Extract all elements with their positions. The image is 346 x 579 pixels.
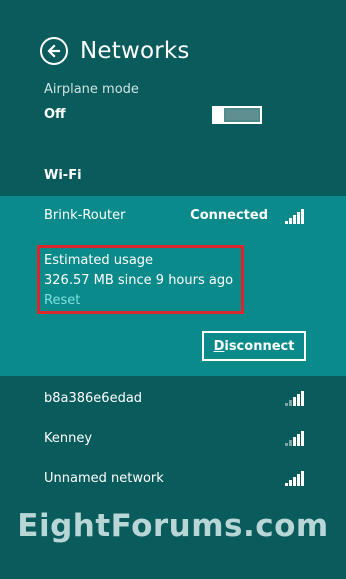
usage-value: 326.57 MB since 9 hours ago [44,273,234,288]
network-list-item[interactable]: Kenney [0,421,346,457]
watermark: EightForums.com [17,508,329,544]
network-name: Brink-Router [44,208,126,223]
airplane-mode-toggle[interactable] [212,106,262,124]
wifi-signal-icon [285,209,304,224]
toggle-track [226,110,258,120]
reset-link[interactable]: Reset [44,293,80,308]
airplane-mode-label: Airplane mode [44,82,139,97]
toggle-thumb[interactable] [212,106,224,124]
page-title: Networks [80,38,190,64]
back-arrow-icon[interactable] [40,37,68,65]
network-list-item[interactable]: Unnamed network [0,461,346,497]
network-name: Kenney [44,431,93,446]
airplane-mode-value: Off [44,107,66,122]
wifi-signal-icon [285,431,304,446]
wifi-signal-icon [285,471,304,486]
section-heading-wifi: Wi-Fi [44,168,82,183]
wifi-signal-icon [285,391,304,406]
disconnect-accesskey: D [213,338,225,354]
network-name: Unnamed network [44,471,164,486]
network-list-item[interactable]: b8a386e6edad [0,381,346,417]
usage-label: Estimated usage [44,253,154,268]
disconnect-label: isconnect [224,338,295,354]
header: Networks [40,34,190,68]
network-name: b8a386e6edad [44,391,143,406]
disconnect-button[interactable]: Disconnect [202,331,306,361]
connection-status: Connected [190,208,268,223]
